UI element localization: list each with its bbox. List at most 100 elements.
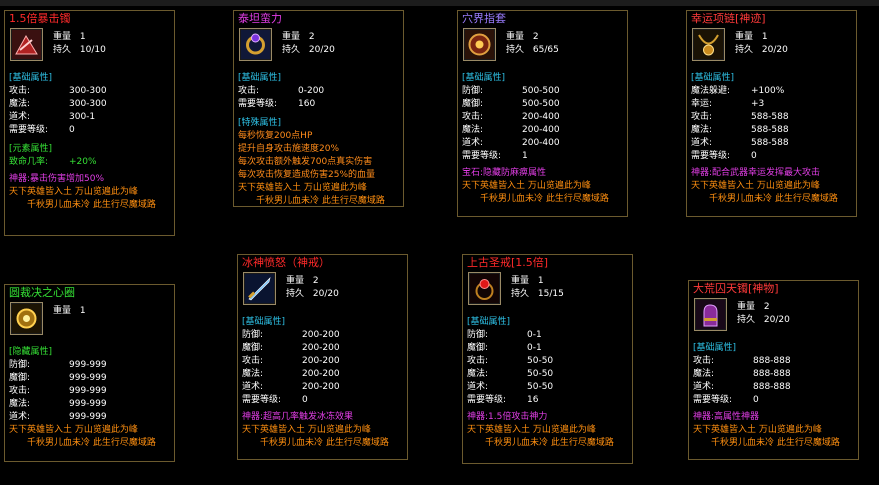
items-3-durability: 20/20 xyxy=(761,45,788,55)
item-title: 上古圣戒[1.5倍] xyxy=(467,256,549,269)
sun-amulet-icon xyxy=(10,302,43,335)
items-6-sections-0-rows-1-value: 0-1 xyxy=(527,343,542,353)
items-0-weight: 1 xyxy=(79,32,86,42)
items-2-sections-0-rows-2-value: 200-400 xyxy=(522,112,560,122)
lore-line-1: 天下英雄皆入土 万山览遍此为峰 xyxy=(693,425,822,435)
items-3-sections-0-rows-4-value: 588-588 xyxy=(751,138,789,148)
gauntlet-icon xyxy=(694,298,727,331)
section-heading: [基础属性] xyxy=(238,73,282,83)
item-title: 1.5倍暴击镯 xyxy=(9,12,71,25)
items-1-weight: 2 xyxy=(308,32,315,42)
items-4-sections-0-rows-2-value: 999-999 xyxy=(69,386,107,396)
labels-durability: 持久 xyxy=(511,289,530,299)
item-title: 大荒囚天镯[神物] xyxy=(693,282,779,295)
items-0-sections-0-rows-0-label: 攻击: xyxy=(9,86,31,96)
item-card-luck-necklace: 幸运项链[神迹] 重量 1 持久 20/20 [基础属性] 魔法躲避: +100%… xyxy=(686,10,857,217)
items-2-sections-0-rows-1-value: 500-500 xyxy=(522,99,560,109)
items-6-sections-0-rows-4-value: 50-50 xyxy=(527,382,554,392)
item-card-ancient-holy-ring: 上古圣戒[1.5倍] 重量 1 持久 15/15 [基础属性] 防御: 0-1 魔… xyxy=(462,254,633,464)
items-2-sections-0-rows-3-value: 200-400 xyxy=(522,125,560,135)
lore-line-2: 千秋男儿血未冷 此生行尽魔域路 xyxy=(256,196,385,206)
items-0-sections-0-rows-2-value: 300-1 xyxy=(69,112,96,122)
items-1-sections-0-rows-1-label: 需要等级: xyxy=(238,99,278,109)
labels-weight: 重量 xyxy=(286,276,305,286)
items-5-sections-0-rows-5-value: 0 xyxy=(302,395,308,405)
items-3-sections-0-rows-3-value: 588-588 xyxy=(751,125,789,135)
items-7-sections-0-rows-0-label: 攻击: xyxy=(693,356,715,366)
gem-text: 宝石:隐藏防麻痹属性 xyxy=(462,168,547,178)
items-7-durability: 20/20 xyxy=(763,315,790,325)
items-5-weight: 2 xyxy=(312,276,319,286)
special-line: 每秒恢复200点HP xyxy=(238,131,313,141)
labels-durability: 持久 xyxy=(506,45,525,55)
items-6-sections-0-rows-5-value: 16 xyxy=(527,395,539,405)
items-4-sections-0-rows-0-label: 防御: xyxy=(9,360,31,370)
items-0-sections-0-rows-0-value: 300-300 xyxy=(69,86,107,96)
items-1-sections-0-rows-1-value: 160 xyxy=(298,99,316,109)
items-2-sections-0-rows-0-label: 防御: xyxy=(462,86,484,96)
items-5-durability: 20/20 xyxy=(312,289,339,299)
item-title: 圆裁决之心圈 xyxy=(9,286,75,299)
items-3-weight: 1 xyxy=(761,32,768,42)
section-heading: [基础属性] xyxy=(691,73,735,83)
items-6-sections-0-rows-1-label: 魔御: xyxy=(467,343,489,353)
labels-weight: 重量 xyxy=(511,276,530,286)
items-4-sections-0-rows-4-label: 道术: xyxy=(9,412,31,422)
items-6-sections-0-rows-5-label: 需要等级: xyxy=(467,395,507,405)
items-5-sections-0-rows-3-label: 魔法: xyxy=(242,369,264,379)
items-0-sections-1-rows-0-value: +20% xyxy=(69,157,97,167)
lore-line-1: 天下英雄皆入土 万山览遍此为峰 xyxy=(691,181,820,191)
special-line: 每次攻击额外触发700点真实伤害 xyxy=(238,157,373,167)
items-2-sections-0-rows-1-label: 魔御: xyxy=(462,99,484,109)
lore-line-2: 千秋男儿血未冷 此生行尽魔域路 xyxy=(27,200,156,210)
items-4-weight: 1 xyxy=(79,306,86,316)
items-6-weight: 1 xyxy=(537,276,544,286)
top-bar xyxy=(0,0,879,6)
lore-line-2: 千秋男儿血未冷 此生行尽魔域路 xyxy=(485,438,614,448)
items-4-sections-0-rows-1-value: 999-999 xyxy=(69,373,107,383)
items-6-sections-0-rows-0-value: 0-1 xyxy=(527,330,542,340)
items-5-sections-0-rows-2-label: 攻击: xyxy=(242,356,264,366)
items-5-sections-0-rows-4-value: 200-200 xyxy=(302,382,340,392)
items-4-sections-0-rows-1-label: 魔御: xyxy=(9,373,31,383)
items-1-durability: 20/20 xyxy=(308,45,335,55)
items-6-sections-0-rows-0-label: 防御: xyxy=(467,330,489,340)
labels-durability: 持久 xyxy=(735,45,754,55)
items-4-sections-0-rows-2-label: 攻击: xyxy=(9,386,31,396)
items-3-sections-0-rows-5-label: 需要等级: xyxy=(691,151,731,161)
items-2-sections-0-rows-5-label: 需要等级: xyxy=(462,151,502,161)
labels-weight: 重量 xyxy=(735,32,754,42)
god-text: 神器:配合武器幸运发挥最大攻击 xyxy=(691,168,821,178)
items-2-sections-0-rows-0-value: 500-500 xyxy=(522,86,560,96)
items-4-sections-0-rows-3-value: 999-999 xyxy=(69,399,107,409)
item-card-titan-might: 泰坦蛮力 重量 2 持久 20/20 [基础属性] 攻击: 0-200 需要等级:… xyxy=(233,10,404,207)
items-0-sections-0-rows-3-label: 需要等级: xyxy=(9,125,49,135)
labels-durability: 持久 xyxy=(53,45,72,55)
lore-line-1: 天下英雄皆入土 万山览遍此为峰 xyxy=(9,425,138,435)
items-0-sections-0-rows-3-value: 0 xyxy=(69,125,75,135)
item-card-ice-god-fury: 冰神愤怒（神戒） 重量 2 持久 20/20 [基础属性] 防御: 200-200… xyxy=(237,254,408,460)
items-0-durability: 10/10 xyxy=(79,45,106,55)
lore-line-1: 天下英雄皆入土 万山览遍此为峰 xyxy=(238,183,367,193)
section-heading: [基础属性] xyxy=(462,73,506,83)
items-2-sections-0-rows-4-label: 道术: xyxy=(462,138,484,148)
items-4-sections-0-rows-0-value: 999-999 xyxy=(69,360,107,370)
lore-line-1: 天下英雄皆入土 万山览遍此为峰 xyxy=(9,187,138,197)
items-7-sections-0-rows-0-value: 888-888 xyxy=(753,356,791,366)
labels-weight: 重量 xyxy=(53,32,72,42)
bracelet-icon xyxy=(10,28,43,61)
items-6-sections-0-rows-3-value: 50-50 xyxy=(527,369,554,379)
items-4-sections-0-rows-4-value: 999-999 xyxy=(69,412,107,422)
ring-icon xyxy=(239,28,272,61)
items-6-sections-0-rows-2-label: 攻击: xyxy=(467,356,489,366)
items-0-sections-0-rows-1-value: 300-300 xyxy=(69,99,107,109)
items-6-durability: 15/15 xyxy=(537,289,564,299)
section-heading: [基础属性] xyxy=(693,343,737,353)
god-text: 神器:超高几率触发冰冻效果 xyxy=(242,412,354,422)
items-0-sections-0-rows-1-label: 魔法: xyxy=(9,99,31,109)
lore-line-2: 千秋男儿血未冷 此生行尽魔域路 xyxy=(480,194,609,204)
sword-icon xyxy=(243,272,276,305)
items-2-sections-0-rows-4-value: 200-400 xyxy=(522,138,560,148)
items-7-sections-0-rows-1-label: 魔法: xyxy=(693,369,715,379)
items-5-sections-0-rows-5-label: 需要等级: xyxy=(242,395,282,405)
